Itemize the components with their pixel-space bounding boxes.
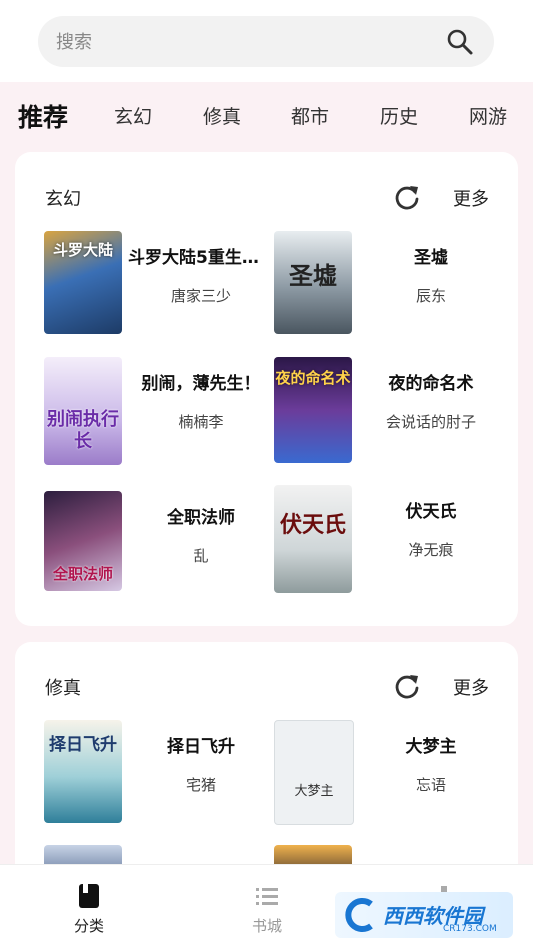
cover-title: 大梦主: [294, 784, 334, 799]
tab-xuanhuan[interactable]: 玄幻: [114, 102, 152, 129]
section-card-xuanhuan: 玄幻 更多 斗罗大陆 斗罗大陆5重生唐三 唐家三少 圣墟 圣墟 辰东 别闹执行长…: [15, 152, 518, 626]
search-bar[interactable]: [38, 16, 494, 69]
watermark-sub: CR173.COM: [443, 924, 497, 934]
cover-title: 全职法师: [52, 565, 113, 583]
top-bar: [0, 0, 533, 82]
book-cover[interactable]: 别闹执行长: [44, 357, 122, 465]
book-author: 乱: [193, 547, 209, 565]
book-icon: [79, 884, 99, 908]
book-cover[interactable]: 大梦主: [274, 720, 354, 825]
nav-label: 书城: [251, 917, 282, 935]
nav-category[interactable]: 分类: [0, 865, 178, 949]
book-title[interactable]: 夜的命名术: [358, 369, 504, 394]
cover-title: 斗罗大陆: [52, 241, 113, 259]
book-title[interactable]: 斗罗大陆5重生唐三: [128, 243, 274, 268]
book-cover[interactable]: 全职法师: [44, 491, 122, 591]
book-title[interactable]: 圣墟: [358, 243, 504, 268]
book-author: 宅猪: [185, 776, 216, 794]
book-author: 唐家三少: [170, 287, 231, 305]
book-author: 忘语: [415, 776, 446, 794]
book-author: 会说话的肘子: [385, 413, 476, 431]
book-cover[interactable]: 择日飞升: [44, 720, 122, 823]
book-cover[interactable]: 斗罗大陆: [44, 231, 122, 334]
book-author: 净无痕: [408, 541, 454, 559]
book-cover[interactable]: 圣墟: [274, 231, 352, 334]
section-card-xiuzhen: 修真 更多 择日飞升 择日飞升 宅猪 大梦主 大梦主 忘语: [15, 642, 518, 882]
tab-dushi[interactable]: 都市: [291, 102, 329, 129]
watermark-logo: 西西软件园 CR173.COM: [335, 892, 513, 938]
book-title[interactable]: 择日飞升: [128, 732, 274, 757]
cover-title: 圣墟: [289, 262, 337, 290]
book-item[interactable]: 全职法师 全职法师 乱: [44, 491, 274, 596]
book-cover[interactable]: 夜的命名术: [274, 357, 352, 463]
list-icon: [256, 888, 278, 905]
book-author: 辰东: [415, 287, 446, 305]
book-item[interactable]: 别闹执行长 别闹，薄先生！ 楠楠李: [44, 357, 274, 465]
watermark-mark-icon: [345, 898, 373, 932]
book-item[interactable]: 圣墟 圣墟 辰东: [274, 231, 504, 336]
tab-xiuzhen[interactable]: 修真: [203, 102, 241, 129]
book-title[interactable]: 别闹，薄先生！: [128, 369, 274, 394]
search-input[interactable]: [54, 16, 428, 69]
tab-lishi[interactable]: 历史: [380, 102, 418, 129]
refresh-icon[interactable]: [393, 672, 421, 700]
section-title: 玄幻: [45, 189, 81, 210]
tab-wangyou[interactable]: 网游: [469, 102, 507, 129]
nav-label: 分类: [73, 917, 104, 935]
book-cover[interactable]: 伏天氏: [274, 485, 352, 593]
more-button[interactable]: 更多: [453, 674, 489, 700]
cover-title: 夜的命名术: [275, 369, 351, 387]
category-tabs: 推荐 玄幻 修真 都市 历史 网游: [0, 82, 533, 144]
cover-title: 择日飞升: [49, 735, 117, 755]
section-title: 修真: [45, 678, 81, 699]
book-item[interactable]: 斗罗大陆 斗罗大陆5重生唐三 唐家三少: [44, 231, 274, 336]
book-item[interactable]: 大梦主 大梦主 忘语: [274, 720, 504, 825]
search-icon[interactable]: [446, 28, 474, 56]
tab-recommend[interactable]: 推荐: [18, 98, 68, 134]
nav-bookstore[interactable]: 书城: [178, 865, 356, 949]
book-title[interactable]: 伏天氏: [358, 497, 504, 522]
book-author: 楠楠李: [178, 413, 224, 431]
book-item[interactable]: 伏天氏 伏天氏 净无痕: [274, 485, 504, 593]
refresh-icon[interactable]: [393, 183, 421, 211]
book-title[interactable]: 大梦主: [358, 732, 504, 757]
book-item[interactable]: 夜的命名术 夜的命名术 会说话的肘子: [274, 357, 504, 463]
book-item[interactable]: 择日飞升 择日飞升 宅猪: [44, 720, 274, 825]
book-title[interactable]: 全职法师: [128, 503, 274, 528]
cover-title: 别闹执行长: [47, 409, 119, 452]
cover-title: 伏天氏: [279, 513, 346, 538]
more-button[interactable]: 更多: [453, 185, 489, 211]
